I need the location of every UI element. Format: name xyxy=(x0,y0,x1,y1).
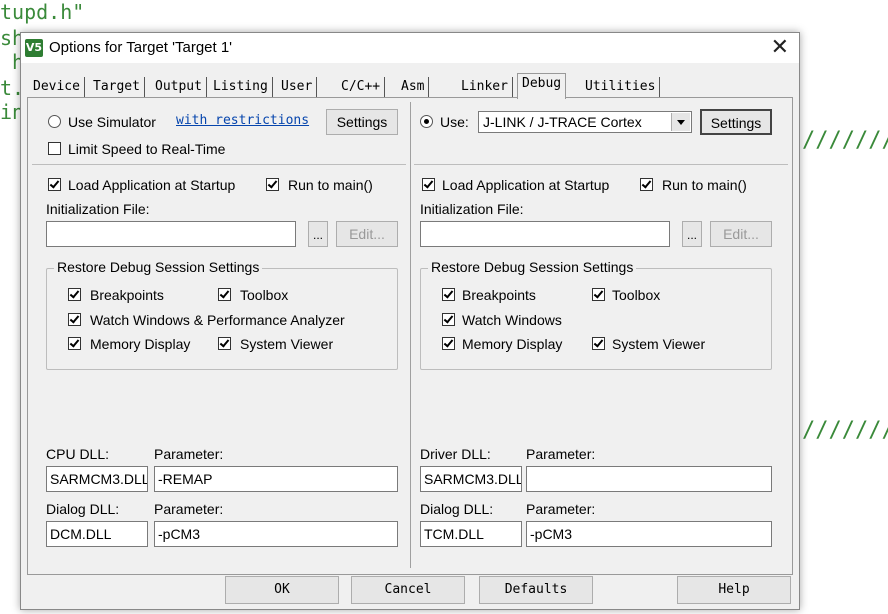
load-app-label: Load Application at Startup xyxy=(442,177,610,193)
system-viewer-label: System Viewer xyxy=(240,336,334,352)
driver-dll-label: Driver DLL: xyxy=(420,446,491,462)
breakpoints-checkbox[interactable] xyxy=(442,288,455,301)
tab-utilities[interactable]: Utilities xyxy=(581,77,661,97)
code-comment: /////// xyxy=(802,128,888,153)
close-icon[interactable]: ✕ xyxy=(771,35,789,61)
cpu-dll-label: CPU DLL: xyxy=(46,446,110,462)
breakpoints-label: Breakpoints xyxy=(462,287,536,303)
tab-linker[interactable]: Linker xyxy=(457,77,513,97)
code-comment: /////// xyxy=(802,418,888,443)
limit-speed-checkbox[interactable] xyxy=(48,142,61,155)
dialog-dll-input[interactable]: DCM.DLL xyxy=(46,521,148,547)
memory-display-checkbox[interactable] xyxy=(442,337,455,350)
dialog-title: Options for Target 'Target 1' xyxy=(49,39,233,56)
init-file-browse-button[interactable]: ... xyxy=(308,221,328,247)
restore-group-label: Restore Debug Session Settings xyxy=(54,259,263,275)
init-file-edit-button[interactable]: Edit... xyxy=(710,221,772,247)
tab-cc[interactable]: C/C++ xyxy=(337,77,386,97)
separator xyxy=(414,164,788,165)
dialog-parameter-label: Parameter: xyxy=(154,501,224,517)
simulator-settings-button[interactable]: Settings xyxy=(326,109,398,135)
init-file-input[interactable] xyxy=(46,221,296,247)
run-to-main-label: Run to main() xyxy=(662,177,747,193)
tab-asm[interactable]: Asm xyxy=(397,77,430,97)
defaults-button[interactable]: Defaults xyxy=(479,576,593,604)
dialog-parameter-label: Parameter: xyxy=(526,501,596,517)
memory-display-label: Memory Display xyxy=(462,336,563,352)
help-button[interactable]: Help xyxy=(677,576,791,604)
use-simulator-radio[interactable] xyxy=(48,115,61,128)
watch-windows-label: Watch Windows & Performance Analyzer xyxy=(90,312,345,328)
separator xyxy=(32,164,406,165)
toolbox-label: Toolbox xyxy=(240,287,289,303)
use-debugger-radio[interactable] xyxy=(420,115,433,128)
dialog-dll-label: Dialog DLL: xyxy=(420,501,494,517)
keil-app-icon: V5 xyxy=(25,39,43,57)
run-to-main-checkbox[interactable] xyxy=(266,178,279,191)
run-to-main-label: Run to main() xyxy=(288,177,373,193)
tab-debug[interactable]: Debug xyxy=(517,73,567,99)
use-simulator-label: Use Simulator xyxy=(68,114,156,130)
tab-target[interactable]: Target xyxy=(89,77,145,97)
tab-user[interactable]: User xyxy=(277,77,318,97)
dialog-dll-input[interactable]: TCM.DLL xyxy=(420,521,522,547)
restore-group-label: Restore Debug Session Settings xyxy=(428,259,637,275)
code-line: tupd.h" xyxy=(0,0,85,24)
init-file-label: Initialization File: xyxy=(420,201,524,217)
init-file-browse-button[interactable]: ... xyxy=(682,221,702,247)
toolbox-label: Toolbox xyxy=(612,287,661,303)
tab-device[interactable]: Device xyxy=(29,77,85,97)
dialog-parameter-input[interactable]: -pCM3 xyxy=(154,521,398,547)
run-to-main-checkbox[interactable] xyxy=(640,178,653,191)
chevron-down-icon[interactable] xyxy=(671,113,690,131)
watch-windows-checkbox[interactable] xyxy=(68,313,81,326)
debugger-settings-button[interactable]: Settings xyxy=(700,109,772,135)
title-bar: V5 Options for Target 'Target 1' ✕ xyxy=(21,33,799,63)
restrictions-link[interactable]: with restrictions xyxy=(176,113,309,128)
options-dialog: V5 Options for Target 'Target 1' ✕ Devic… xyxy=(20,32,800,610)
watch-windows-checkbox[interactable] xyxy=(442,313,455,326)
toolbox-checkbox[interactable] xyxy=(592,288,605,301)
memory-display-label: Memory Display xyxy=(90,336,191,352)
tab-output[interactable]: Output xyxy=(151,77,207,97)
column-divider xyxy=(410,102,411,568)
load-app-label: Load Application at Startup xyxy=(68,177,236,193)
cpu-parameter-label: Parameter: xyxy=(154,446,224,462)
ok-button[interactable]: OK xyxy=(225,576,339,604)
init-file-edit-button[interactable]: Edit... xyxy=(336,221,398,247)
driver-parameter-input[interactable] xyxy=(526,466,772,492)
init-file-input[interactable] xyxy=(420,221,670,247)
dialog-parameter-input[interactable]: -pCM3 xyxy=(526,521,772,547)
debugger-select[interactable]: J-LINK / J-TRACE Cortex xyxy=(478,111,692,133)
tab-listing[interactable]: Listing xyxy=(209,77,273,97)
watch-windows-label: Watch Windows xyxy=(462,312,562,328)
breakpoints-label: Breakpoints xyxy=(90,287,164,303)
toolbox-checkbox[interactable] xyxy=(218,288,231,301)
init-file-label: Initialization File: xyxy=(46,201,150,217)
debugger-select-value: J-LINK / J-TRACE Cortex xyxy=(483,114,642,130)
driver-dll-input[interactable]: SARMCM3.DLL xyxy=(420,466,522,492)
memory-display-checkbox[interactable] xyxy=(68,337,81,350)
debug-page: Use Simulator with restrictions Settings… xyxy=(27,97,793,575)
system-viewer-label: System Viewer xyxy=(612,336,706,352)
load-app-checkbox[interactable] xyxy=(48,178,61,191)
cpu-parameter-input[interactable]: -REMAP xyxy=(154,466,398,492)
system-viewer-checkbox[interactable] xyxy=(218,337,231,350)
limit-speed-label: Limit Speed to Real-Time xyxy=(68,141,226,157)
load-app-checkbox[interactable] xyxy=(422,178,435,191)
system-viewer-checkbox[interactable] xyxy=(592,337,605,350)
cancel-button[interactable]: Cancel xyxy=(351,576,465,604)
driver-parameter-label: Parameter: xyxy=(526,446,596,462)
cpu-dll-input[interactable]: SARMCM3.DLL xyxy=(46,466,148,492)
breakpoints-checkbox[interactable] xyxy=(68,288,81,301)
dialog-dll-label: Dialog DLL: xyxy=(46,501,120,517)
use-debugger-label: Use: xyxy=(440,114,469,130)
